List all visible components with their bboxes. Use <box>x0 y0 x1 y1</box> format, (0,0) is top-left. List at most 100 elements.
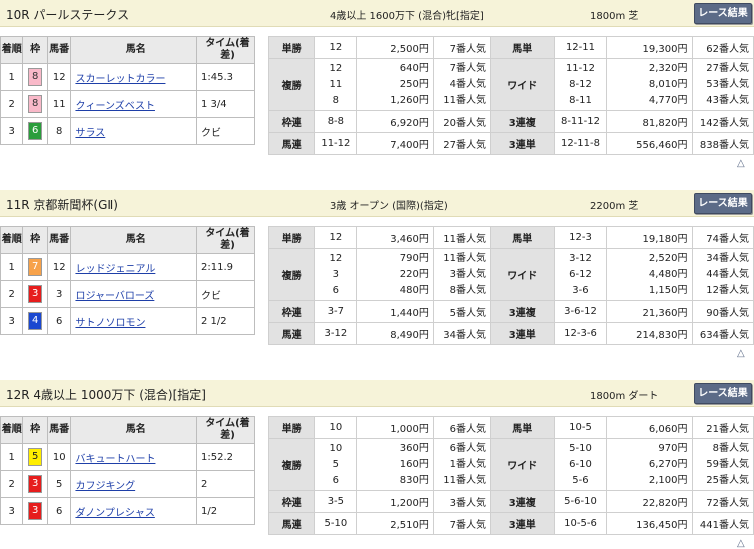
result-header-row: 着順 枠 馬番 馬名 タイム(着差) <box>0 226 255 254</box>
fukusho-yen-line: 220円 <box>399 268 429 280</box>
tansho-pop: 11番人気 <box>432 226 492 249</box>
horse-name-cell: カフジキング <box>70 470 197 498</box>
fukusho-pop: 6番人気 1番人気 11番人気 <box>432 438 492 491</box>
fukusho-yen-line: 160円 <box>399 458 429 470</box>
uma-cell: 6 <box>46 497 72 525</box>
wide-num-line: 6-10 <box>569 458 592 470</box>
header-uma: 馬番 <box>46 416 72 444</box>
horse-name-link[interactable]: スカーレットカラー <box>75 74 165 85</box>
fukusho-num: 12 11 8 <box>314 58 358 111</box>
wide-yen-line: 2,100円 <box>648 474 688 486</box>
waku-cell: 8 <box>22 90 48 118</box>
uma-cell: 6 <box>46 307 72 335</box>
wakuren-label: 枠連 <box>267 300 316 323</box>
payout-row: 複勝 10 5 6 360円 160円 830円 6番人気 1番人気 11番人気 ワイド 5-10 6-… <box>267 438 754 491</box>
fukusho-num-line: 6 <box>332 474 340 486</box>
fukusho-pop-line: 6番人気 <box>449 442 486 454</box>
umatan-num: 10-5 <box>553 416 608 439</box>
horse-name-link[interactable]: レッドジェニアル <box>75 264 155 275</box>
time-cell: 1:45.3 <box>196 63 255 91</box>
waku-cell: 3 <box>22 280 48 308</box>
umaren-label: 馬連 <box>267 512 316 535</box>
horse-name-link[interactable]: サトノソロモン <box>75 318 145 329</box>
fukusho-yen: 640円 250円 1,260円 <box>356 58 434 111</box>
wide-num: 5-10 6-10 5-6 <box>553 438 608 491</box>
wide-pop-line: 34番人気 <box>706 252 749 264</box>
fukusho-pop-line: 7番人気 <box>449 62 486 74</box>
waku-cell: 3 <box>22 497 48 525</box>
umatan-yen: 6,060円 <box>606 416 693 439</box>
umaren-yen: 2,510円 <box>356 512 434 535</box>
fukusho-yen-line: 480円 <box>399 284 429 296</box>
race-header: 11R 京都新聞杯(GⅡ) 3歳 オープン (国際)(指定) 2200m 芝 レ… <box>0 190 754 217</box>
fukusho-num-line: 12 <box>329 62 343 74</box>
umaren-label: 馬連 <box>267 132 316 155</box>
umatan-pop: 74番人気 <box>691 226 754 249</box>
header-name: 馬名 <box>70 416 197 444</box>
back-to-top-icon[interactable]: △ <box>737 538 745 549</box>
sanrenpuku-yen: 81,820円 <box>606 110 693 133</box>
horse-name-link[interactable]: クィーンズベスト <box>75 101 155 112</box>
race-result-button[interactable]: レース結果 <box>694 3 752 24</box>
umatan-label: 馬単 <box>490 226 555 249</box>
umaren-pop: 7番人気 <box>432 512 492 535</box>
time-cell: 2 1/2 <box>196 307 255 335</box>
header-uma: 馬番 <box>46 226 72 254</box>
result-table: 着順 枠 馬番 馬名 タイム(着差) 1 5 10 バキュートハート 1:52.2 2 3 5… <box>0 416 255 525</box>
wide-yen-line: 1,150円 <box>648 284 688 296</box>
horse-name-link[interactable]: ダノンプレシャス <box>75 508 154 519</box>
waku-badge: 3 <box>28 475 43 493</box>
wide-num-line: 8-11 <box>569 94 592 106</box>
sanrenpuku-num: 8-11-12 <box>553 110 608 133</box>
umatan-num: 12-11 <box>553 36 608 59</box>
fukusho-yen-line: 250円 <box>399 78 429 90</box>
sanrentan-yen: 556,460円 <box>606 132 693 155</box>
horse-name-cell: サトノソロモン <box>70 307 197 335</box>
fukusho-pop-line: 11番人気 <box>443 252 486 264</box>
sanrentan-num: 12-3-6 <box>553 322 608 345</box>
fukusho-label: 複勝 <box>267 58 316 111</box>
chaku-cell: 3 <box>0 307 24 335</box>
horse-name-link[interactable]: サラス <box>75 128 105 139</box>
tansho-pop: 6番人気 <box>432 416 492 439</box>
horse-name-link[interactable]: カフジキング <box>75 481 135 492</box>
sanrenpuku-pop: 90番人気 <box>691 300 754 323</box>
header-uma: 馬番 <box>46 36 72 64</box>
horse-name-link[interactable]: ロジャーバローズ <box>75 291 154 302</box>
sanrentan-yen: 214,830円 <box>606 322 693 345</box>
wide-pop: 27番人気 53番人気 43番人気 <box>691 58 754 111</box>
tansho-yen: 3,460円 <box>356 226 434 249</box>
header-name: 馬名 <box>70 226 197 254</box>
time-cell: 1/2 <box>196 497 255 525</box>
payout-row: 単勝 12 2,500円 7番人気 馬単 12-11 19,300円 62番人気 <box>267 36 754 59</box>
payout-row: 馬連 3-12 8,490円 34番人気 3連単 12-3-6 214,830円 634番人気 <box>267 322 754 345</box>
back-to-top-icon[interactable]: △ <box>737 158 745 169</box>
horse-name-cell: クィーンズベスト <box>70 90 197 118</box>
wide-label: ワイド <box>490 58 555 111</box>
fukusho-pop-line: 4番人気 <box>449 78 486 90</box>
race-result-button[interactable]: レース結果 <box>694 383 752 404</box>
payout-table: 単勝 12 2,500円 7番人気 馬単 12-11 19,300円 62番人気 複勝 12 11 8… <box>267 36 754 155</box>
umatan-pop: 21番人気 <box>691 416 754 439</box>
sanrentan-num: 10-5-6 <box>553 512 608 535</box>
sanrenpuku-label: 3連複 <box>490 110 555 133</box>
horse-name-link[interactable]: バキュートハート <box>75 454 155 465</box>
umatan-label: 馬単 <box>490 36 555 59</box>
payout-row: 枠連 3-7 1,440円 5番人気 3連複 3-6-12 21,360円 90番人気 <box>267 300 754 323</box>
chaku-cell: 2 <box>0 90 24 118</box>
payout-row: 単勝 10 1,000円 6番人気 馬単 10-5 6,060円 21番人気 <box>267 416 754 439</box>
sanrentan-label: 3連単 <box>490 322 555 345</box>
fukusho-pop-line: 11番人気 <box>443 94 486 106</box>
back-to-top-icon[interactable]: △ <box>737 348 745 359</box>
sanrenpuku-label: 3連複 <box>490 490 555 513</box>
payout-row: 枠連 3-5 1,200円 3番人気 3連複 5-6-10 22,820円 72番人気 <box>267 490 754 513</box>
waku-badge: 7 <box>28 258 43 276</box>
wide-yen: 970円 6,270円 2,100円 <box>606 438 693 491</box>
fukusho-pop-line: 3番人気 <box>449 268 486 280</box>
race-result-button[interactable]: レース結果 <box>694 193 752 214</box>
fukusho-num: 12 3 6 <box>314 248 358 301</box>
wakuren-yen: 1,440円 <box>356 300 434 323</box>
uma-cell: 11 <box>46 90 72 118</box>
wide-num: 11-12 8-12 8-11 <box>553 58 608 111</box>
header-waku: 枠 <box>22 416 48 444</box>
